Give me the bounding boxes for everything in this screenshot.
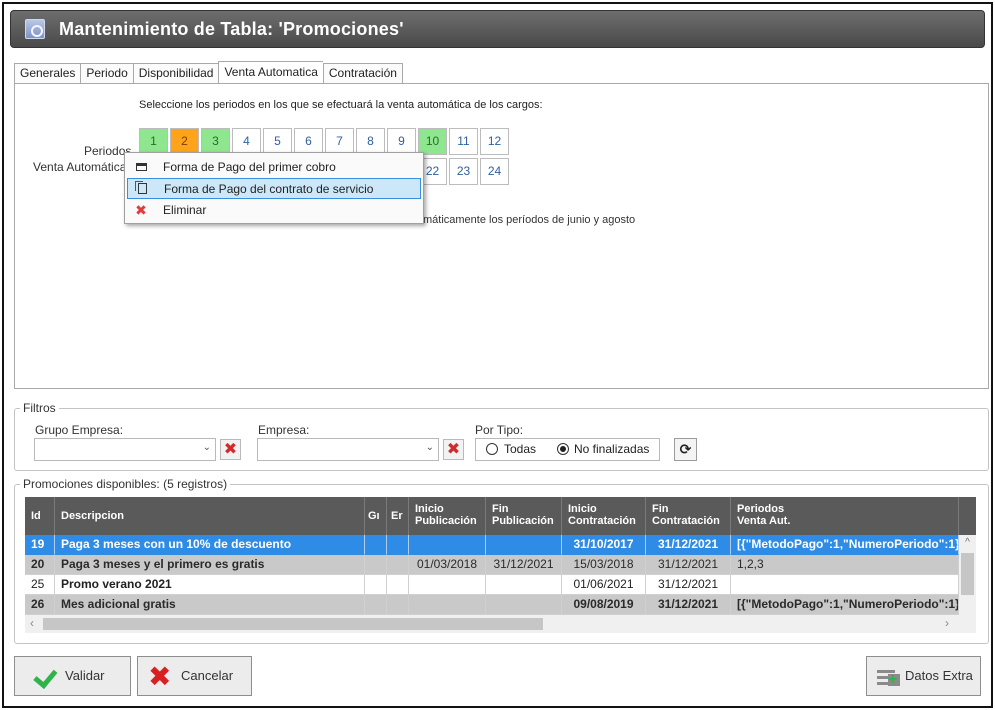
instructions-text: Seleccione los periodos en los que se ef… — [139, 99, 543, 111]
radio-todas-label: Todas — [504, 442, 537, 456]
vertical-scroll-thumb[interactable] — [961, 553, 974, 595]
filtros-legend: Filtros — [20, 401, 59, 415]
horizontal-scrollbar[interactable]: ‹ › — [25, 615, 976, 633]
period-1[interactable]: 1 — [139, 128, 168, 155]
scroll-up-icon[interactable]: ^ — [959, 537, 976, 548]
period-8[interactable]: 8 — [356, 128, 385, 155]
period-24[interactable]: 24 — [480, 158, 509, 185]
chevron-down-icon: ⌄ — [202, 442, 211, 453]
datos-extra-button[interactable]: + Datos Extra — [866, 656, 981, 696]
menu-item-primer-cobro[interactable]: Forma de Pago del primer cobro — [127, 157, 421, 178]
empresa-combo[interactable]: ⌄ — [257, 438, 439, 461]
menu-item-eliminar[interactable]: ✖ Eliminar — [127, 200, 421, 221]
period-4[interactable]: 4 — [232, 128, 261, 155]
tab-contratacion[interactable]: Contratación — [322, 63, 403, 84]
info-note: máticamente los períodos de junio y agos… — [423, 214, 636, 226]
validar-button[interactable]: Validar — [14, 656, 131, 696]
radio-no-finalizadas-label: No finalizadas — [574, 442, 650, 456]
col-fin-publicacion[interactable]: Fin Publicación — [486, 497, 562, 535]
period-9[interactable]: 9 — [387, 128, 416, 155]
period-11[interactable]: 11 — [449, 128, 478, 155]
tab-periodo[interactable]: Periodo — [80, 63, 133, 84]
scroll-right-icon[interactable]: › — [945, 616, 949, 630]
datos-extra-label: Datos Extra — [905, 668, 973, 683]
horizontal-scroll-thumb[interactable] — [43, 618, 543, 630]
grupo-empresa-label: Grupo Empresa: — [35, 423, 124, 437]
vertical-scrollbar[interactable]: ^ — [959, 535, 976, 615]
refresh-button[interactable]: ⟳ — [674, 438, 697, 461]
period-5[interactable]: 5 — [263, 128, 292, 155]
tab-generales[interactable]: Generales — [14, 63, 81, 84]
promociones-legend: Promociones disponibles: (5 registros) — [20, 477, 231, 491]
cancel-x-icon: ✖ — [148, 661, 172, 692]
table-row[interactable]: 19 Paga 3 meses con un 10% de descuento … — [25, 535, 976, 555]
period-10[interactable]: 10 — [418, 128, 447, 155]
refresh-icon: ⟳ — [679, 441, 692, 457]
title-bar: Mantenimiento de Tabla: 'Promociones' — [10, 10, 985, 48]
table-row[interactable]: 20 Paga 3 meses y el primero es gratis 0… — [25, 555, 976, 575]
cancelar-label: Cancelar — [181, 668, 234, 683]
col-id[interactable]: Id — [25, 497, 55, 535]
card-icon — [133, 157, 149, 177]
validar-label: Validar — [65, 668, 105, 683]
radio-todas[interactable] — [486, 443, 498, 455]
period-12[interactable]: 12 — [480, 128, 509, 155]
table-row[interactable]: 25 Promo verano 2021 01/06/2021 31/12/20… — [25, 575, 976, 595]
venta-automatica-label: Venta Automática — [33, 160, 127, 174]
period-3[interactable]: 3 — [201, 128, 230, 155]
list-add-icon: + — [877, 668, 900, 688]
col-inicio-publicacion[interactable]: Inicio Publicación — [409, 497, 486, 535]
menu-item-label: Forma de Pago del primer cobro — [163, 160, 336, 174]
clear-grupo-button[interactable]: ✖ — [220, 439, 241, 460]
tab-venta-automatica[interactable]: Venta Automatica — [218, 61, 323, 84]
check-icon — [27, 666, 53, 686]
period-7[interactable]: 7 — [325, 128, 354, 155]
tipo-radio-group: Todas No finalizadas — [475, 438, 660, 461]
menu-item-label: Forma de Pago del contrato de servicio — [164, 182, 374, 196]
period-23[interactable]: 23 — [449, 158, 478, 185]
col-periodos-venta[interactable]: Periodos Venta Aut. — [731, 497, 959, 535]
tab-disponibilidad[interactable]: Disponibilidad — [132, 63, 219, 84]
app-gear-icon — [25, 19, 45, 39]
close-icon: ✖ — [135, 202, 147, 218]
copy-icon — [134, 179, 150, 200]
radio-no-finalizadas[interactable] — [557, 443, 569, 455]
col-descripcion[interactable]: Descripcion — [55, 497, 365, 535]
scroll-left-icon[interactable]: ‹ — [30, 616, 34, 630]
chevron-down-icon: ⌄ — [425, 442, 434, 453]
col-inicio-contratacion[interactable]: Inicio Contratación — [562, 497, 646, 535]
table-row[interactable]: 26 Mes adicional gratis 09/08/2019 31/12… — [25, 595, 976, 615]
clear-empresa-button[interactable]: ✖ — [443, 439, 464, 460]
menu-item-label: Eliminar — [163, 203, 207, 217]
menu-item-contrato-servicio[interactable]: Forma de Pago del contrato de servicio — [127, 178, 421, 199]
col-fin-contratacion[interactable]: Fin Contratación — [646, 497, 731, 535]
period-2[interactable]: 2 — [170, 128, 199, 155]
por-tipo-label: Por Tipo: — [475, 423, 524, 437]
cancelar-button[interactable]: ✖ Cancelar — [137, 656, 252, 696]
promociones-grid: Id Descripcion Gı Er Inicio Publicación F… — [25, 497, 976, 635]
grupo-empresa-combo[interactable]: ⌄ — [34, 438, 216, 461]
col-g[interactable]: Gı — [365, 497, 387, 535]
grid-header: Id Descripcion Gı Er Inicio Publicación F… — [25, 497, 976, 535]
venta-automatica-panel: Seleccione los periodos en los que se ef… — [14, 83, 989, 389]
period-6[interactable]: 6 — [294, 128, 323, 155]
empresa-label: Empresa: — [258, 423, 310, 437]
window-title: Mantenimiento de Tabla: 'Promociones' — [59, 18, 404, 39]
tab-strip: Generales Periodo Disponibilidad Venta A… — [14, 61, 403, 84]
context-menu: Forma de Pago del primer cobro Forma de … — [124, 152, 424, 224]
col-er[interactable]: Er — [387, 497, 409, 535]
